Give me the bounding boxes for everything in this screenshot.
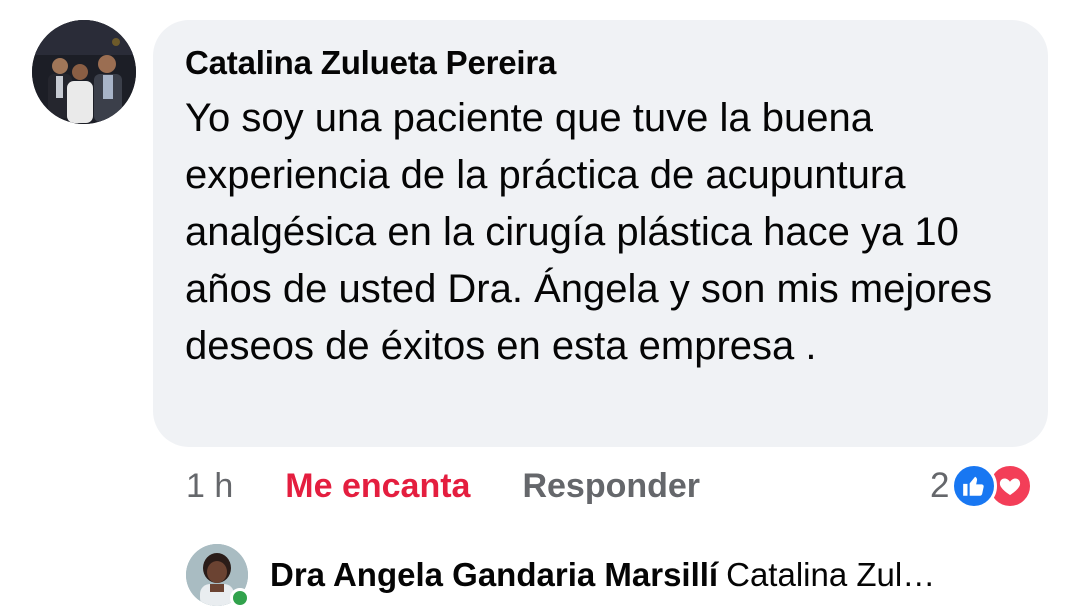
comment-time[interactable]: 1 h	[186, 467, 233, 506]
reply-author[interactable]: Dra Angela Gandaria Marsillí	[270, 556, 718, 593]
love-reaction-button[interactable]: Me encanta	[285, 467, 470, 506]
reaction-summary[interactable]: 2	[930, 462, 1034, 510]
comment-bubble: Catalina Zulueta Pereira Yo soy una paci…	[153, 20, 1048, 447]
online-status-icon	[230, 588, 250, 607]
comment-text: Yo soy una paciente que tuve la buena ex…	[185, 96, 993, 368]
reaction-count: 2	[930, 466, 950, 505]
reply-button[interactable]: Responder	[522, 467, 700, 506]
reply-snippet: Catalina Zul…	[726, 556, 936, 593]
commenter-avatar[interactable]	[32, 20, 136, 124]
reply-text: Dra Angela Gandaria Marsillí Catalina Zul…	[270, 556, 935, 594]
reply-preview[interactable]: Dra Angela Gandaria Marsillí Catalina Zul…	[186, 544, 935, 607]
group-photo-image	[32, 20, 136, 124]
reply-author-avatar[interactable]	[186, 544, 250, 607]
comment-thread: Catalina Zulueta Pereira Yo soy una paci…	[0, 0, 1070, 607]
comment-author[interactable]: Catalina Zulueta Pereira	[185, 42, 1018, 84]
like-icon	[951, 463, 998, 509]
comment-actions: 1 h Me encanta Responder	[186, 462, 700, 510]
